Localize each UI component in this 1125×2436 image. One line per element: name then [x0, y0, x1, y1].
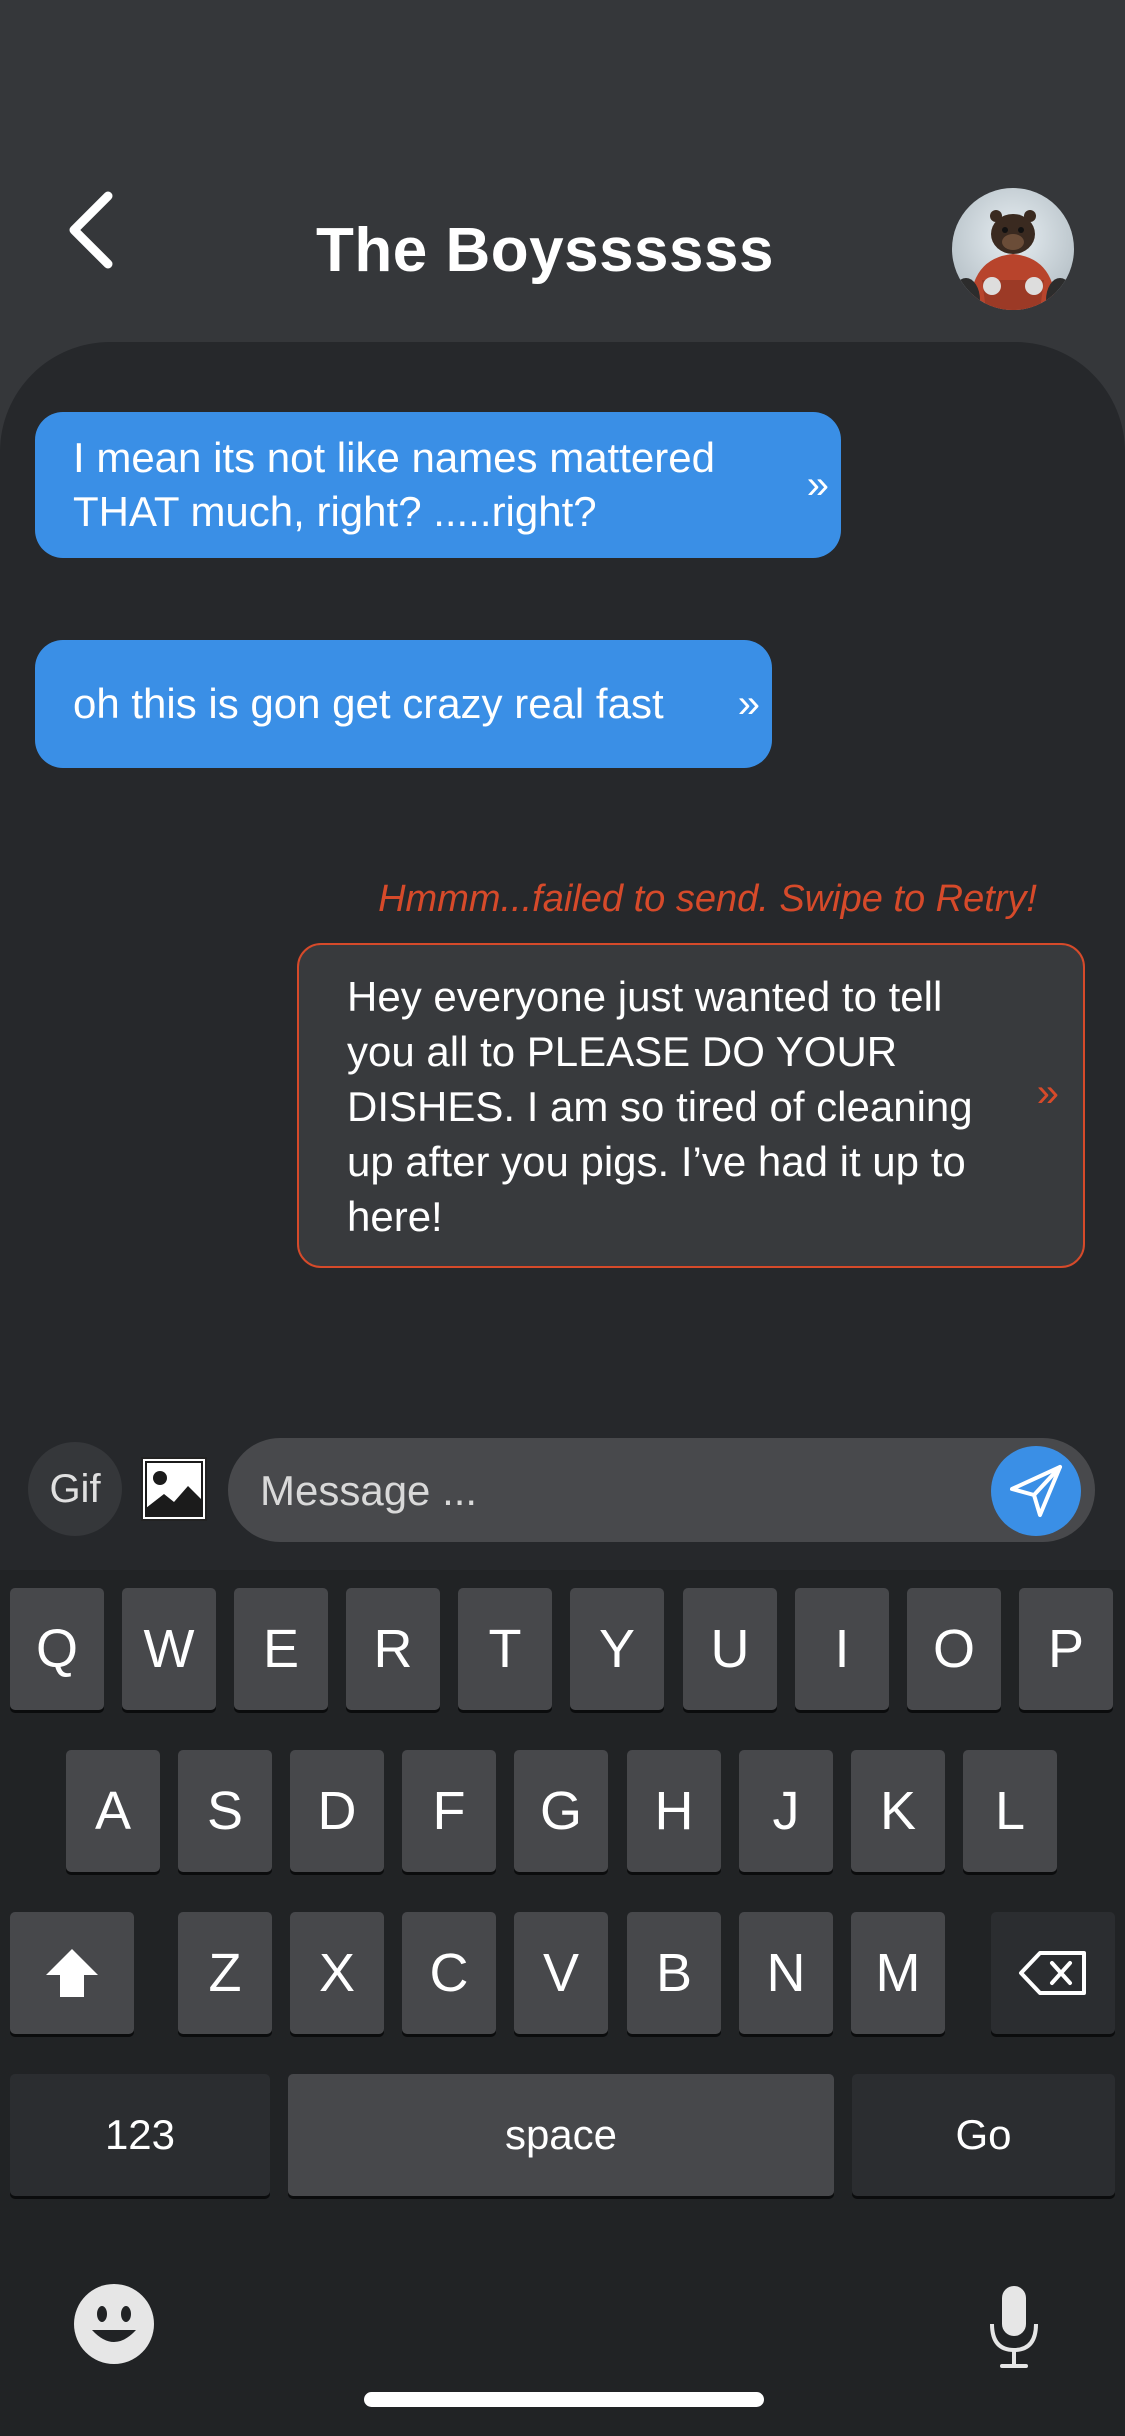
key-d[interactable]: D: [290, 1750, 384, 1872]
key-u[interactable]: U: [683, 1588, 777, 1710]
keyboard: Q W E R T Y U I O P A S D F G H J K L Z …: [0, 1570, 1125, 2436]
microphone-icon: [990, 2286, 1038, 2368]
backspace-icon: [1019, 1951, 1086, 1995]
send-failed-status: Hmmm...failed to send. Swipe to Retry!: [378, 878, 1037, 920]
key-t[interactable]: T: [458, 1588, 552, 1710]
emoji-icon: [74, 2284, 154, 2364]
shift-key[interactable]: [10, 1912, 134, 2034]
key-a[interactable]: A: [66, 1750, 160, 1872]
key-c[interactable]: C: [402, 1912, 496, 2034]
key-q[interactable]: Q: [10, 1588, 104, 1710]
key-f[interactable]: F: [402, 1750, 496, 1872]
expand-chevron-icon[interactable]: »: [738, 682, 760, 727]
key-p[interactable]: P: [1019, 1588, 1113, 1710]
key-y[interactable]: Y: [570, 1588, 664, 1710]
home-indicator[interactable]: [364, 2392, 764, 2407]
message-text: I mean its not like names mattered THAT …: [73, 434, 715, 535]
key-m[interactable]: M: [851, 1912, 945, 2034]
gif-label: Gif: [49, 1466, 101, 1511]
emoji-button[interactable]: [72, 2282, 156, 2366]
chat-title: The Boyssssss: [316, 216, 774, 285]
chat-header: The Boyssssss: [0, 0, 1125, 340]
key-k[interactable]: K: [851, 1750, 945, 1872]
key-n[interactable]: N: [739, 1912, 833, 2034]
key-e[interactable]: E: [234, 1588, 328, 1710]
gif-button[interactable]: Gif: [28, 1442, 122, 1536]
key-s[interactable]: S: [178, 1750, 272, 1872]
message-input[interactable]: [258, 1460, 982, 1522]
key-j[interactable]: J: [739, 1750, 833, 1872]
message-bubble-incoming[interactable]: I mean its not like names mattered THAT …: [35, 412, 841, 558]
back-button[interactable]: [52, 180, 132, 280]
message-bubble-incoming[interactable]: oh this is gon get crazy real fast »: [35, 640, 772, 768]
image-button[interactable]: [140, 1456, 208, 1522]
key-o[interactable]: O: [907, 1588, 1001, 1710]
expand-chevron-icon[interactable]: »: [807, 463, 829, 508]
key-h[interactable]: H: [627, 1750, 721, 1872]
message-text: oh this is gon get crazy real fast: [73, 680, 664, 727]
key-r[interactable]: R: [346, 1588, 440, 1710]
avatar[interactable]: [952, 188, 1074, 310]
image-icon: [141, 1457, 207, 1521]
message-input-container: [228, 1438, 1095, 1542]
key-w[interactable]: W: [122, 1588, 216, 1710]
key-g[interactable]: G: [514, 1750, 608, 1872]
go-key[interactable]: Go: [852, 2074, 1115, 2196]
group-avatar-image: [952, 188, 1074, 310]
key-i[interactable]: I: [795, 1588, 889, 1710]
key-b[interactable]: B: [627, 1912, 721, 2034]
message-bubble-outgoing-failed[interactable]: Hey everyone just wanted to tell you all…: [297, 943, 1085, 1268]
space-key[interactable]: space: [288, 2074, 834, 2196]
retry-chevron-icon[interactable]: »: [1037, 1071, 1059, 1116]
key-z[interactable]: Z: [178, 1912, 272, 2034]
send-icon: [1010, 1465, 1062, 1517]
send-button[interactable]: [991, 1446, 1081, 1536]
key-l[interactable]: L: [963, 1750, 1057, 1872]
microphone-button[interactable]: [984, 2282, 1044, 2372]
key-v[interactable]: V: [514, 1912, 608, 2034]
key-x[interactable]: X: [290, 1912, 384, 2034]
message-text: Hey everyone just wanted to tell you all…: [347, 973, 973, 1240]
shift-icon: [46, 1949, 98, 1997]
backspace-key[interactable]: [991, 1912, 1115, 2034]
chevron-left-icon: [69, 191, 113, 269]
numbers-key[interactable]: 123: [10, 2074, 270, 2196]
